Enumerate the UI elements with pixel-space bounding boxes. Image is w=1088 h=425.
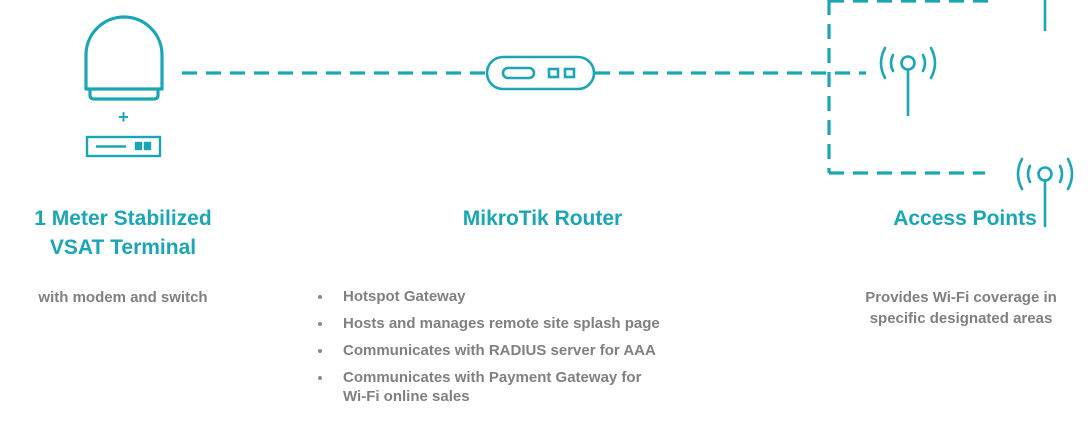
router-feature-item: Hotspot Gateway <box>315 287 765 306</box>
access-points-description: Provides Wi-Fi coverage in specific desi… <box>834 287 1088 329</box>
modem-switch-icon <box>85 135 162 158</box>
vsat-description: with modem and switch <box>38 289 208 306</box>
vsat-title-line-2: VSAT Terminal <box>49 236 197 259</box>
plus-icon: + <box>118 107 129 127</box>
router-icon <box>485 55 596 91</box>
satellite-dome-icon <box>84 15 164 101</box>
vsat-terminal-title: 1 Meter Stabilized VSAT Terminal <box>0 204 246 262</box>
vsat-title-line-1: 1 Meter Stabilized <box>34 207 212 230</box>
wifi-access-point-icon <box>879 46 937 117</box>
router-feature-item: Communicates with RADIUS server for AAA <box>315 341 765 360</box>
access-points-description-line-2: specific designated areas <box>869 310 1053 327</box>
router-feature-list: Hotspot Gateway Hosts and manages remote… <box>315 287 765 414</box>
router-title: MikroTik Router <box>462 207 623 230</box>
access-points-title: Access Points <box>893 207 1037 230</box>
router-feature-item: Hosts and manages remote site splash pag… <box>315 314 765 333</box>
access-points-description-line-1: Provides Wi-Fi coverage in <box>865 289 1057 306</box>
router-feature-item: Communicates with Payment Gateway for Wi… <box>315 368 765 406</box>
